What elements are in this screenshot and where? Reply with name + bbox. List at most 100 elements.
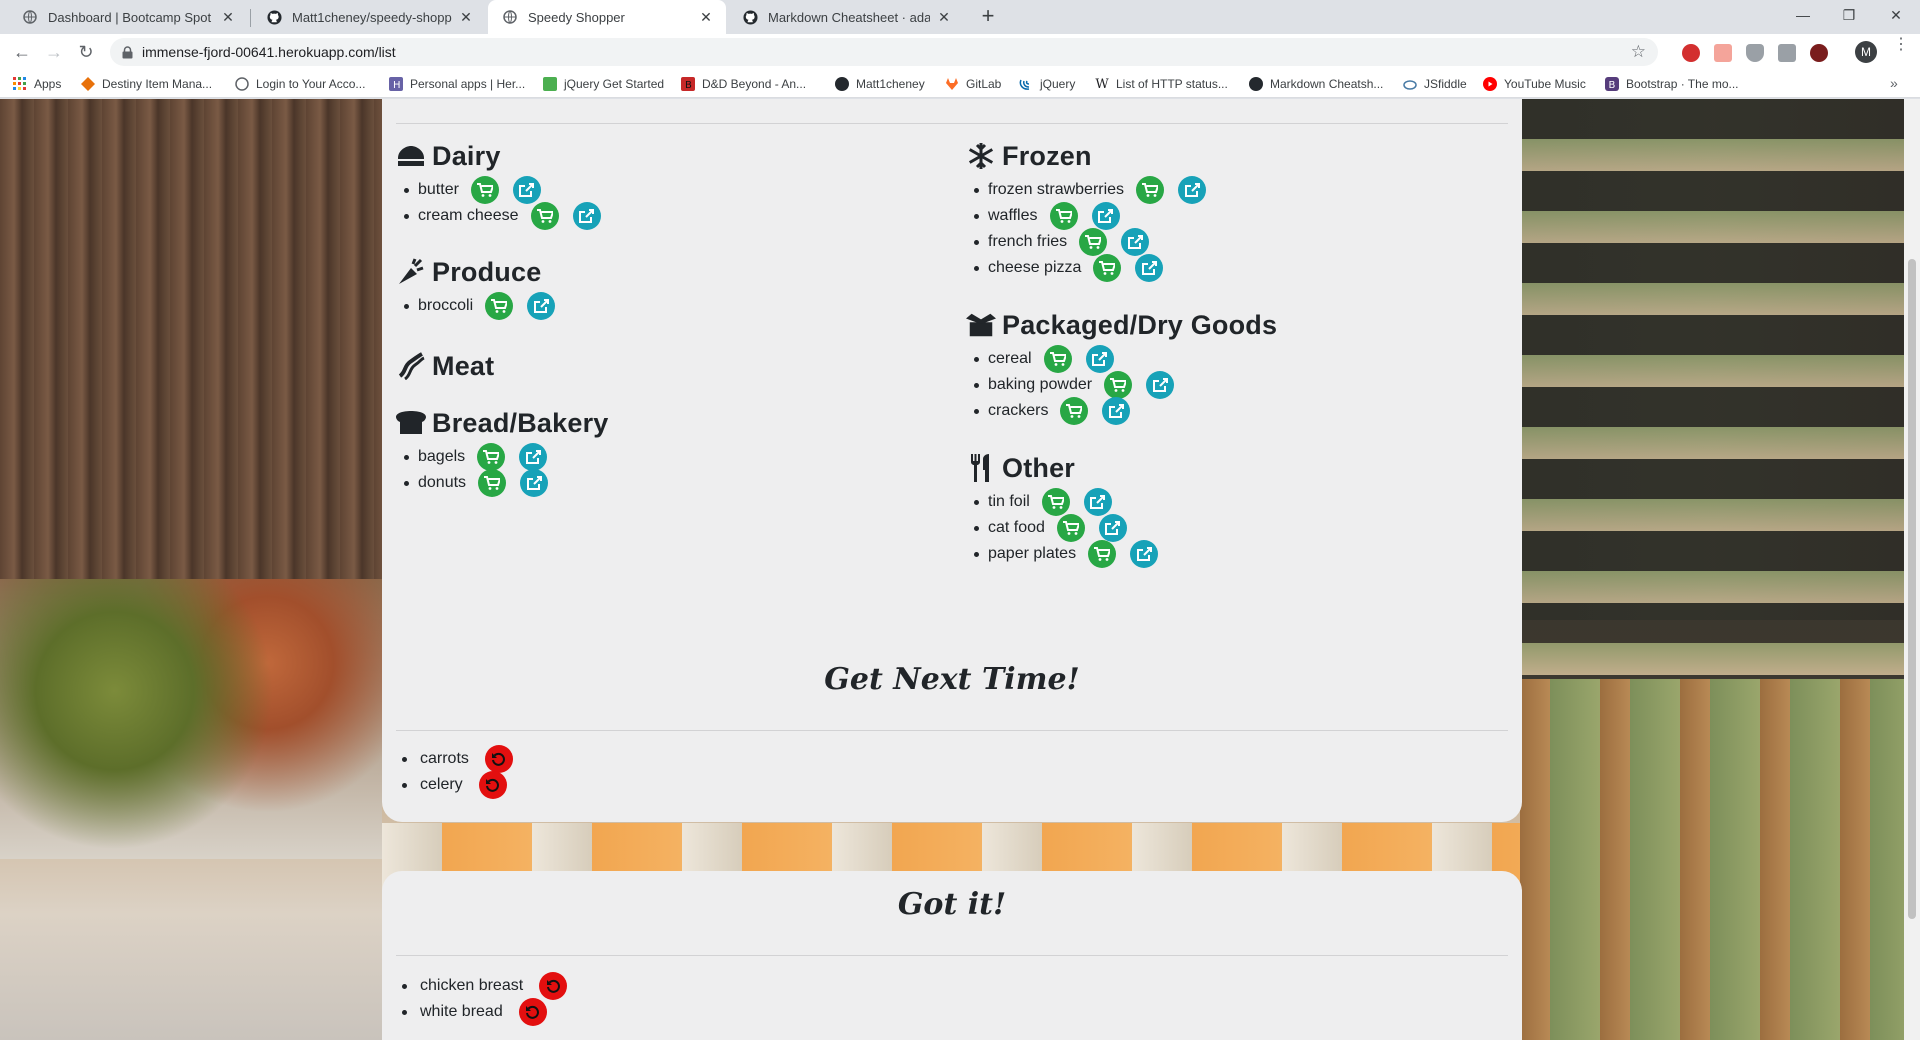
category-title: Meat xyxy=(432,350,495,381)
add-to-cart-button[interactable] xyxy=(470,176,499,204)
undo-button[interactable] xyxy=(484,745,513,773)
menu-icon[interactable]: ⋮ xyxy=(1893,37,1909,62)
bookmark-item[interactable]: jQuery Get Started xyxy=(542,75,664,93)
bookmark-item[interactable]: YouTube Music xyxy=(1482,75,1586,93)
browser-toolbar: ← → ↻ immense-fjord-00641.herokuapp.com/… xyxy=(0,34,1920,70)
close-icon[interactable]: ✕ xyxy=(220,9,236,25)
undo-button[interactable] xyxy=(478,771,507,799)
move-item-button[interactable] xyxy=(1091,202,1120,230)
extension-icon[interactable] xyxy=(1714,44,1732,62)
box-open-icon xyxy=(966,310,996,340)
bookmark-item[interactable]: Matt1cheney xyxy=(834,75,925,93)
add-to-cart-button[interactable] xyxy=(530,202,559,230)
category-title: Produce xyxy=(432,256,542,287)
tab-markdown-cheatsheet[interactable]: Markdown Cheatsheet · adam-p/ ✕ xyxy=(728,0,964,34)
add-to-cart-button[interactable] xyxy=(1049,202,1078,230)
add-to-cart-button[interactable] xyxy=(1079,228,1108,256)
bookmark-label: List of HTTP status... xyxy=(1116,77,1228,91)
list-item: waffles xyxy=(973,202,1220,230)
add-to-cart-button[interactable] xyxy=(1056,514,1085,542)
add-to-cart-button[interactable] xyxy=(1104,371,1133,399)
bookmark-item[interactable]: H Personal apps | Her... xyxy=(388,75,525,93)
bookmarks-bar: Apps Destiny Item Mana... Login to Your … xyxy=(0,70,1920,98)
minimize-button[interactable]: ― xyxy=(1780,0,1826,30)
move-item-button[interactable] xyxy=(1130,540,1159,568)
globe-icon xyxy=(234,76,250,92)
background-photo xyxy=(0,579,382,859)
extension-icon[interactable] xyxy=(1810,44,1828,62)
camera-icon[interactable] xyxy=(1778,44,1796,62)
list-item: french fries xyxy=(973,228,1220,256)
add-to-cart-button[interactable] xyxy=(1041,488,1070,516)
list-item: tin foil xyxy=(973,488,1172,516)
list-item: butter xyxy=(404,176,615,204)
category-title: Frozen xyxy=(1002,140,1092,171)
lock-icon xyxy=(120,45,134,59)
bookmark-label: Login to Your Acco... xyxy=(256,77,366,91)
item-name: celery xyxy=(420,776,463,793)
bookmark-item[interactable]: Markdown Cheatsh... xyxy=(1248,75,1383,93)
move-item-button[interactable] xyxy=(527,292,556,320)
tab-github-speedy-shopper[interactable]: Matt1cheney/speedy-shopper ✕ xyxy=(252,0,486,34)
bookmark-item[interactable]: Login to Your Acco... xyxy=(234,75,365,93)
close-icon[interactable]: ✕ xyxy=(936,9,952,25)
move-item-button[interactable] xyxy=(1098,514,1127,542)
move-item-button[interactable] xyxy=(1135,254,1164,282)
close-icon[interactable]: ✕ xyxy=(698,9,714,25)
bookmark-item[interactable]: JSfiddle xyxy=(1402,75,1467,93)
move-item-button[interactable] xyxy=(1083,488,1112,516)
move-item-button[interactable] xyxy=(572,202,601,230)
undo-button[interactable] xyxy=(518,998,547,1026)
move-item-button[interactable] xyxy=(519,443,548,471)
add-to-cart-button[interactable] xyxy=(1060,397,1089,425)
section-title: Get Next Time! xyxy=(824,662,1080,697)
move-item-button[interactable] xyxy=(1085,345,1114,373)
add-to-cart-button[interactable] xyxy=(1093,254,1122,282)
category-title: Other xyxy=(1002,452,1076,483)
back-arrow-icon[interactable]: ← xyxy=(10,40,34,64)
add-to-cart-button[interactable] xyxy=(1043,345,1072,373)
forward-arrow-icon[interactable]: → xyxy=(42,40,66,64)
shield-icon[interactable] xyxy=(1746,44,1764,62)
bookmark-item[interactable]: B D&D Beyond - An... xyxy=(680,75,806,93)
item-name: crackers xyxy=(988,402,1049,419)
bookmark-item[interactable]: jQuery xyxy=(1018,75,1075,93)
scrollbar-thumb[interactable] xyxy=(1908,259,1916,919)
add-to-cart-button[interactable] xyxy=(477,443,506,471)
tab-dashboard[interactable]: Dashboard | Bootcamp Spot ✕ xyxy=(8,0,248,34)
opera-extension-icon[interactable] xyxy=(1682,44,1700,62)
close-window-button[interactable]: ✕ xyxy=(1872,0,1920,30)
bookmark-item[interactable]: GitLab xyxy=(944,75,1001,93)
bookmark-label: Bootstrap · The mo... xyxy=(1626,77,1739,91)
tab-divider xyxy=(250,9,251,27)
move-item-button[interactable] xyxy=(520,469,549,497)
add-to-cart-button[interactable] xyxy=(485,292,514,320)
add-to-cart-button[interactable] xyxy=(1136,176,1165,204)
close-icon[interactable]: ✕ xyxy=(458,9,474,25)
move-item-button[interactable] xyxy=(1102,397,1131,425)
item-name: cereal xyxy=(988,350,1032,367)
avatar[interactable]: M xyxy=(1855,41,1877,63)
move-item-button[interactable] xyxy=(1146,371,1175,399)
tab-speedy-shopper[interactable]: Speedy Shopper ✕ xyxy=(488,0,726,34)
undo-button[interactable] xyxy=(539,972,568,1000)
list-item: cat food xyxy=(973,514,1172,542)
restore-button[interactable]: ❐ xyxy=(1826,0,1872,30)
page-scrollbar[interactable] xyxy=(1904,99,1920,1040)
move-item-button[interactable] xyxy=(1121,228,1150,256)
reload-icon[interactable]: ↻ xyxy=(74,40,98,64)
new-tab-button[interactable]: + xyxy=(976,5,1000,29)
bookmark-item[interactable]: Destiny Item Mana... xyxy=(80,75,212,93)
diamond-icon xyxy=(80,76,96,92)
add-to-cart-button[interactable] xyxy=(1088,540,1117,568)
bookmarks-overflow-icon[interactable]: » xyxy=(1890,75,1898,91)
bookmark-star-icon[interactable]: ☆ xyxy=(1631,42,1646,62)
bookmark-item[interactable]: Apps xyxy=(12,75,61,93)
move-item-button[interactable] xyxy=(512,176,541,204)
address-bar[interactable]: immense-fjord-00641.herokuapp.com/list ☆ xyxy=(110,38,1658,66)
move-item-button[interactable] xyxy=(1178,176,1207,204)
bookmark-item[interactable]: B Bootstrap · The mo... xyxy=(1604,75,1739,93)
add-to-cart-button[interactable] xyxy=(478,469,507,497)
bookmark-label: JSfiddle xyxy=(1424,77,1467,91)
bookmark-item[interactable]: W List of HTTP status... xyxy=(1094,75,1228,93)
